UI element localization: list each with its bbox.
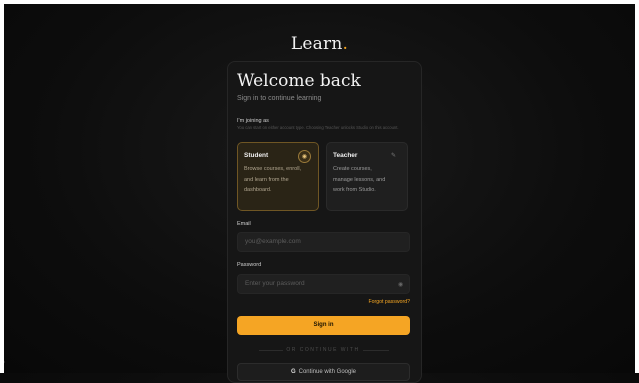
graduation-cap-icon: ◉ xyxy=(298,150,311,163)
brand-name: Learn xyxy=(290,34,343,54)
page-indicator: 0 xyxy=(0,358,5,367)
google-icon: G xyxy=(290,369,296,375)
brand-logo[interactable]: Learn. xyxy=(0,34,639,54)
password-label: Password xyxy=(237,262,262,268)
divider-line-left xyxy=(259,350,283,351)
pencil-icon: ✎ xyxy=(391,153,397,159)
forgot-password-link[interactable]: Forgot password? xyxy=(350,299,410,305)
sign-in-button[interactable]: Sign in xyxy=(237,316,410,335)
divider-line-right xyxy=(363,350,389,351)
role-option-description: Browse courses, enroll, and learn from t… xyxy=(244,166,302,193)
role-option-student[interactable]: Student ◉ Browse courses, enroll, and le… xyxy=(237,142,319,211)
password-field[interactable]: Enter your password xyxy=(237,274,410,294)
google-button-label: Continue with Google xyxy=(298,369,357,375)
page-title: Welcome back xyxy=(237,71,361,91)
role-label: I'm joining as xyxy=(237,118,269,124)
role-option-title: Student xyxy=(244,152,269,159)
role-option-teacher[interactable]: Teacher ✎ Create courses, manage lessons… xyxy=(326,142,408,211)
brand-dot: . xyxy=(342,34,349,54)
screen-edge-top xyxy=(0,0,639,4)
eye-icon[interactable]: ◉ xyxy=(398,281,403,288)
screen-edge-left xyxy=(0,0,4,373)
page-subtitle: Sign in to continue learning xyxy=(237,95,322,102)
screen-edge-right xyxy=(635,0,639,373)
email-label: Email xyxy=(237,221,251,227)
role-option-description: Create courses, manage lessons, and work… xyxy=(333,166,386,193)
divider-text: OR CONTINUE WITH xyxy=(286,347,360,353)
role-option-title: Teacher xyxy=(333,152,358,159)
email-field[interactable]: you@example.com xyxy=(237,232,410,252)
google-sign-in-button[interactable]: G Continue with Google xyxy=(237,363,410,381)
role-hint: You can start on either account type. Ch… xyxy=(237,125,399,130)
